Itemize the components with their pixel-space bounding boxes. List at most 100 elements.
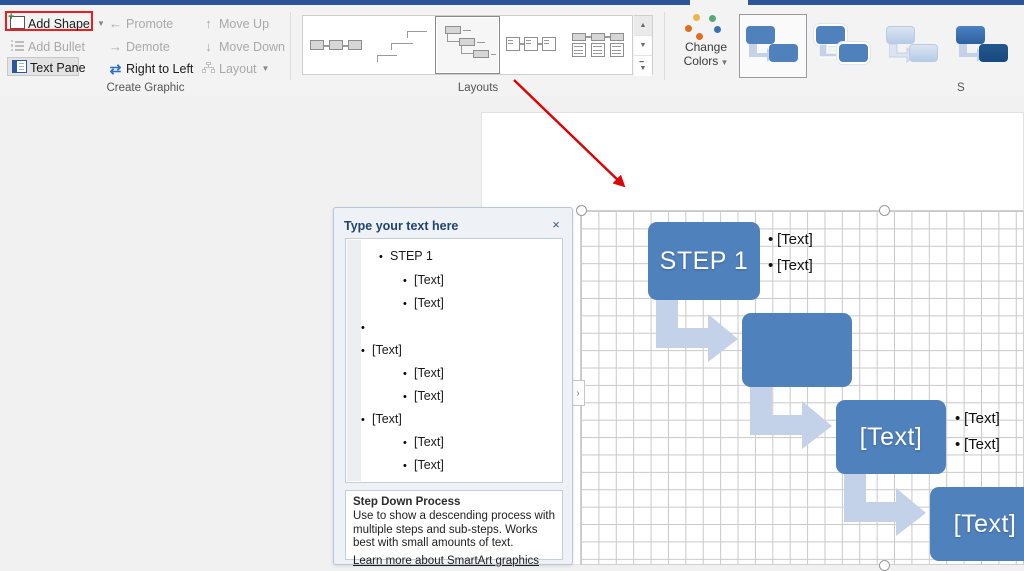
text-pane-editor[interactable]: • STEP 1 • [Text] • [Text] • • [Text] • [Text… (345, 238, 563, 483)
text-pane-row[interactable]: • [Text] (346, 412, 402, 427)
bullet-text: [Text] (964, 436, 1000, 453)
change-colors-button[interactable]: Change Colors ▼ (676, 12, 736, 80)
text-pane-row[interactable]: • STEP 1 (346, 249, 433, 264)
smartart-styles-gallery[interactable] (739, 12, 1024, 80)
style-item-moderate-effect[interactable] (949, 14, 1017, 78)
text-pane-row-text: [Text] (414, 435, 444, 449)
layout-description-body: Use to show a descending process with mu… (353, 510, 555, 550)
chevron-down-icon: ▼ (718, 57, 729, 67)
resize-handle-bottom-center[interactable] (879, 560, 890, 571)
text-pane-expand-button[interactable]: › (571, 380, 585, 406)
swap-arrows-icon: ⇄ (109, 60, 122, 77)
text-pane-row[interactable]: • [Text] (346, 343, 402, 358)
smartart-node-4[interactable]: [Text] (930, 487, 1024, 561)
text-pane-row[interactable]: • [Text] (346, 273, 444, 288)
arrow-right-icon: → (109, 39, 122, 54)
layout-thumb (506, 24, 560, 66)
text-pane-row[interactable]: • [Text] (346, 389, 444, 404)
smartart-bullets-step-1[interactable]: • [Text] • [Text] (768, 227, 813, 279)
layout-thumb (309, 24, 363, 66)
add-shape-button[interactable]: + Add Shape (8, 12, 90, 33)
promote-label: Promote (126, 16, 174, 31)
layout-thumb (441, 24, 496, 66)
layouts-gallery-scrollbar[interactable]: ▲ ▼ ━ ▼ (634, 15, 653, 76)
text-pane-row[interactable]: • [Text] (346, 296, 444, 311)
text-pane-row[interactable]: • [Text] (346, 458, 444, 473)
bullet-icon: • (361, 414, 365, 426)
smartart-elbow-arrow-3 (844, 474, 926, 536)
style-item-white-outline[interactable] (809, 14, 877, 78)
chevron-down-icon: ▼ (639, 42, 647, 49)
style-item-subtle-effect[interactable] (879, 14, 947, 78)
bullet-icon: • (403, 460, 407, 472)
bullet-icon: • (379, 251, 383, 263)
layout-item-step-up-process[interactable] (369, 16, 435, 74)
layout-item-basic-process[interactable] (303, 16, 369, 74)
smartart-node-4-label: [Text] (953, 509, 1017, 538)
promote-button: ← Promote (107, 14, 173, 33)
text-pane-row[interactable]: • [Text] (346, 435, 444, 450)
style-item-simple-fill[interactable] (739, 14, 807, 78)
add-shape-dropdown[interactable]: ▼ (92, 14, 105, 33)
bullet-icon: • (768, 257, 774, 274)
layout-item-process-with-connectors[interactable] (500, 16, 566, 74)
add-bullet-button: Add Bullet (9, 37, 85, 56)
style-item-intense-effect[interactable] (1019, 14, 1024, 78)
change-colors-line2: Colors (683, 53, 719, 68)
change-colors-line1: Change (684, 40, 728, 54)
text-pane-row-text: [Text] (414, 389, 444, 403)
tab-chip-right[interactable] (748, 0, 1024, 5)
text-pane-row[interactable]: • (346, 320, 372, 335)
layouts-more-button[interactable]: ━ ▼ (634, 56, 652, 76)
text-pane-row-text: [Text] (414, 458, 444, 472)
group-label-layouts: Layouts (457, 82, 499, 94)
smartart-node-3[interactable]: [Text] (836, 400, 946, 474)
text-pane-row[interactable]: • [Text] (346, 366, 444, 381)
smartart-node-2[interactable] (742, 313, 852, 387)
bullet-icon: • (403, 368, 407, 380)
bullet-icon: • (955, 410, 961, 427)
right-to-left-button[interactable]: ⇄ Right to Left (107, 59, 194, 78)
smartart-elbow-arrow-2 (750, 387, 832, 449)
text-pane-description: Step Down Process Use to show a descendi… (345, 490, 563, 567)
close-icon[interactable]: × (547, 215, 565, 233)
group-label-create-graphic: Create Graphic (106, 82, 185, 94)
layouts-scroll-up-button[interactable]: ▲ (634, 16, 652, 36)
layouts-gallery[interactable] (302, 15, 633, 75)
add-bullet-icon (9, 40, 26, 53)
group-label-smartart-styles: S (957, 82, 965, 94)
chevron-right-icon: › (576, 387, 580, 399)
arrow-down-icon: ↓ (205, 39, 212, 54)
bullet-icon: • (403, 298, 407, 310)
layout-item-step-down-process[interactable] (434, 16, 501, 74)
arrow-up-icon: ↑ (205, 16, 212, 31)
smartart-node-step-1[interactable]: STEP 1 (648, 222, 760, 300)
change-colors-label: Change Colors ▼ (676, 40, 736, 69)
resize-handle-top-left[interactable] (576, 205, 587, 216)
smartart-graphic[interactable]: › STEP 1 • [Text] • [Text] [Text] • [Text] … (571, 205, 1024, 571)
layout-item-detailed-process[interactable] (566, 16, 632, 74)
demote-label: Demote (126, 39, 170, 54)
text-pane-button[interactable]: Text Pane (11, 58, 86, 77)
right-to-left-label: Right to Left (126, 61, 194, 76)
bullet-text: [Text] (777, 231, 813, 248)
bullet-icon: • (955, 436, 961, 453)
text-pane-label: Text Pane (30, 60, 86, 75)
resize-handle-top-center[interactable] (879, 205, 890, 216)
layout-description-title: Step Down Process (353, 496, 461, 508)
tab-chip-left[interactable] (0, 0, 690, 5)
bullet-icon: • (403, 437, 407, 449)
style-thumb (884, 23, 942, 69)
bullet-icon: • (403, 275, 407, 287)
smartart-bullets-node-3[interactable]: • [Text] • [Text] (955, 406, 1000, 458)
add-shape-icon: + (8, 12, 26, 31)
smartart-elbow-arrow-1 (656, 300, 738, 362)
text-pane-title: Type your text here (344, 219, 459, 233)
text-pane-row-text: [Text] (372, 343, 402, 357)
chevron-down-icon: ▼ (261, 64, 270, 73)
move-up-button: ↑ Move Up (200, 14, 269, 33)
bullet-icon: • (361, 345, 365, 357)
arrow-left-icon: ← (109, 16, 122, 31)
smartart-text-pane[interactable]: Type your text here × • STEP 1 • [Text] •[… (333, 207, 573, 567)
layouts-scroll-down-button[interactable]: ▼ (634, 36, 652, 56)
